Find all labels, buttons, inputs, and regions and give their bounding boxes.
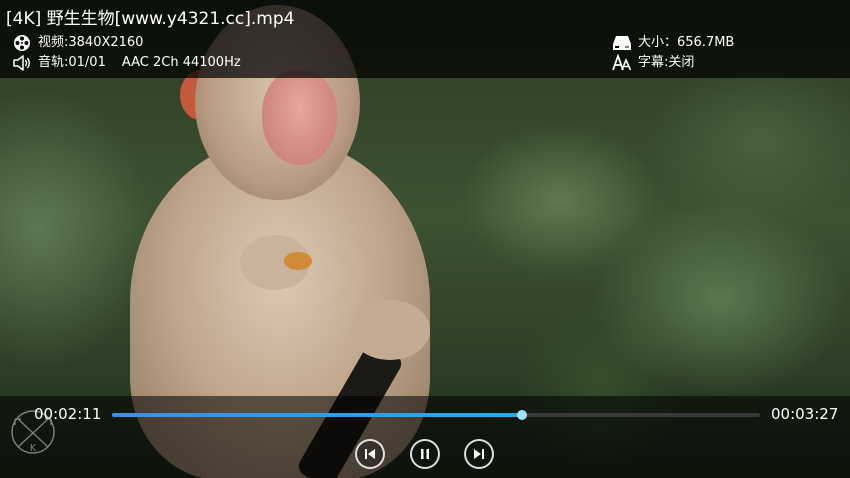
monkey-face <box>262 70 337 165</box>
subtitle-status: 字幕:关闭 <box>638 55 695 70</box>
current-time: 00:02:11 <box>34 405 102 423</box>
speaker-icon <box>12 54 32 72</box>
audio-details: AAC 2Ch 44100Hz <box>121 55 241 70</box>
file-size-info: 大小：656.7MB <box>612 34 734 52</box>
subtitle-aa-icon <box>612 54 632 72</box>
total-time: 00:03:27 <box>771 405 839 423</box>
pause-button[interactable] <box>410 439 440 469</box>
svg-text:K: K <box>30 443 37 454</box>
storage-drive-icon <box>612 34 632 52</box>
playback-controls: K 00:02:11 00:03:27 <box>0 396 850 478</box>
skip-previous-icon <box>365 449 375 459</box>
audio-info: 音轨:01/01 AAC 2Ch 44100Hz <box>12 54 241 72</box>
monkey-hand <box>350 300 430 360</box>
top-info-bar: [4K] 野生生物[www.y4321.cc].mp4 视频:3840X2160 <box>0 0 850 78</box>
next-button[interactable] <box>464 439 494 469</box>
skip-next-icon <box>474 449 484 459</box>
film-reel-icon <box>12 34 32 52</box>
previous-button[interactable] <box>355 439 385 469</box>
audio-track: 音轨:01/01 <box>38 55 106 70</box>
seek-bar-progress <box>112 413 523 417</box>
video-info: 视频:3840X2160 <box>12 34 143 52</box>
video-player[interactable]: [4K] 野生生物[www.y4321.cc].mp4 视频:3840X2160 <box>0 0 850 478</box>
seek-bar[interactable] <box>112 410 760 420</box>
seek-bar-thumb[interactable] <box>517 410 528 420</box>
pause-icon <box>421 449 429 459</box>
subtitle-info: 字幕:关闭 <box>612 54 694 72</box>
snack <box>284 252 312 270</box>
file-size: 大小：656.7MB <box>638 35 735 50</box>
video-title: [4K] 野生生物[www.y4321.cc].mp4 <box>6 9 295 29</box>
video-resolution: 视频:3840X2160 <box>38 35 144 50</box>
